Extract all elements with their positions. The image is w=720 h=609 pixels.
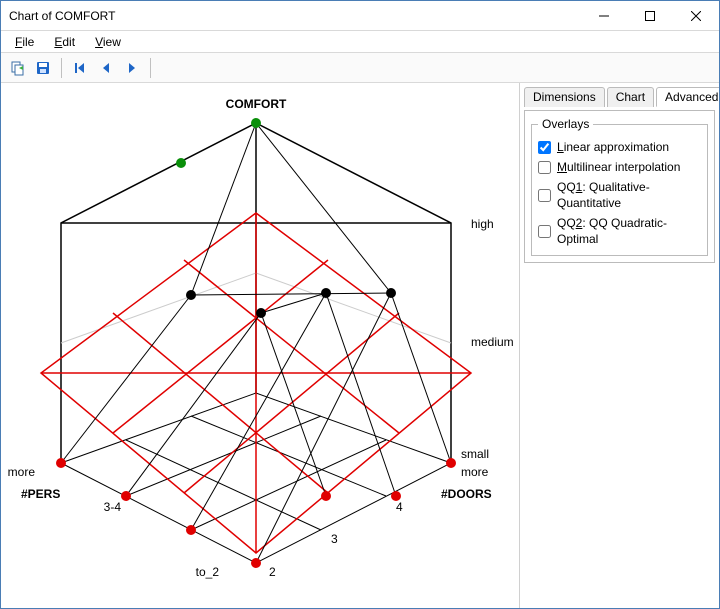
copy-button[interactable] bbox=[5, 56, 29, 80]
overlays-group: Overlays Linear approximation Multilinea… bbox=[531, 117, 708, 256]
y-tick-to2: to_2 bbox=[196, 565, 220, 579]
toolbar bbox=[1, 53, 719, 83]
menubar: File Edit View bbox=[1, 31, 719, 53]
x-tick-2: 2 bbox=[269, 565, 276, 579]
y-tick-3-4: 3-4 bbox=[104, 500, 122, 514]
y-axis-label: #PERS bbox=[21, 487, 60, 501]
chart-pane: COMFORT high medium small more 4 3 2 #DO… bbox=[1, 83, 519, 608]
tab-body-advanced: Overlays Linear approximation Multilinea… bbox=[524, 110, 715, 263]
nav-first-button[interactable] bbox=[68, 56, 92, 80]
x-tick-4: 4 bbox=[396, 500, 403, 514]
save-button[interactable] bbox=[31, 56, 55, 80]
tab-chart[interactable]: Chart bbox=[607, 87, 654, 107]
tab-bar: Dimensions Chart Advanced bbox=[524, 87, 715, 107]
tab-dimensions[interactable]: Dimensions bbox=[524, 87, 605, 107]
chart-svg: COMFORT high medium small more 4 3 2 #DO… bbox=[1, 83, 521, 603]
window-title: Chart of COMFORT bbox=[9, 9, 581, 23]
overlay-linear[interactable]: Linear approximation bbox=[538, 137, 701, 157]
y-tick-more: more bbox=[8, 465, 36, 479]
side-panel: Dimensions Chart Advanced Overlays Linea… bbox=[519, 83, 719, 608]
toolbar-separator bbox=[61, 58, 62, 78]
close-button[interactable] bbox=[673, 1, 719, 31]
x-tick-more: more bbox=[461, 465, 489, 479]
overlay-qq1[interactable]: QQ1: Qualitative-Quantitative bbox=[538, 177, 701, 213]
overlays-legend: Overlays bbox=[538, 117, 593, 131]
app-window: Chart of COMFORT File Edit View bbox=[0, 0, 720, 609]
nav-prev-button[interactable] bbox=[94, 56, 118, 80]
menu-edit[interactable]: Edit bbox=[46, 33, 83, 51]
overlay-qq2[interactable]: QQ2: QQ Quadratic-Optimal bbox=[538, 213, 701, 249]
chart-title: COMFORT bbox=[226, 97, 287, 111]
z-tick-medium: medium bbox=[471, 335, 514, 349]
menu-view[interactable]: View bbox=[87, 33, 129, 51]
x-tick-3: 3 bbox=[331, 532, 338, 546]
minimize-button[interactable] bbox=[581, 1, 627, 31]
overlay-multilinear[interactable]: Multilinear interpolation bbox=[538, 157, 701, 177]
overlay-qq1-checkbox[interactable] bbox=[538, 189, 551, 202]
menu-file[interactable]: File bbox=[7, 33, 42, 51]
x-axis-label: #DOORS bbox=[441, 487, 492, 501]
z-tick-small: small bbox=[461, 447, 489, 461]
content-area: COMFORT high medium small more 4 3 2 #DO… bbox=[1, 83, 719, 608]
titlebar: Chart of COMFORT bbox=[1, 1, 719, 31]
nav-next-button[interactable] bbox=[120, 56, 144, 80]
maximize-button[interactable] bbox=[627, 1, 673, 31]
tab-advanced[interactable]: Advanced bbox=[656, 87, 719, 107]
overlay-multilinear-checkbox[interactable] bbox=[538, 161, 551, 174]
overlay-qq2-checkbox[interactable] bbox=[538, 225, 551, 238]
toolbar-separator-2 bbox=[150, 58, 151, 78]
overlay-linear-checkbox[interactable] bbox=[538, 141, 551, 154]
z-tick-high: high bbox=[471, 217, 494, 231]
